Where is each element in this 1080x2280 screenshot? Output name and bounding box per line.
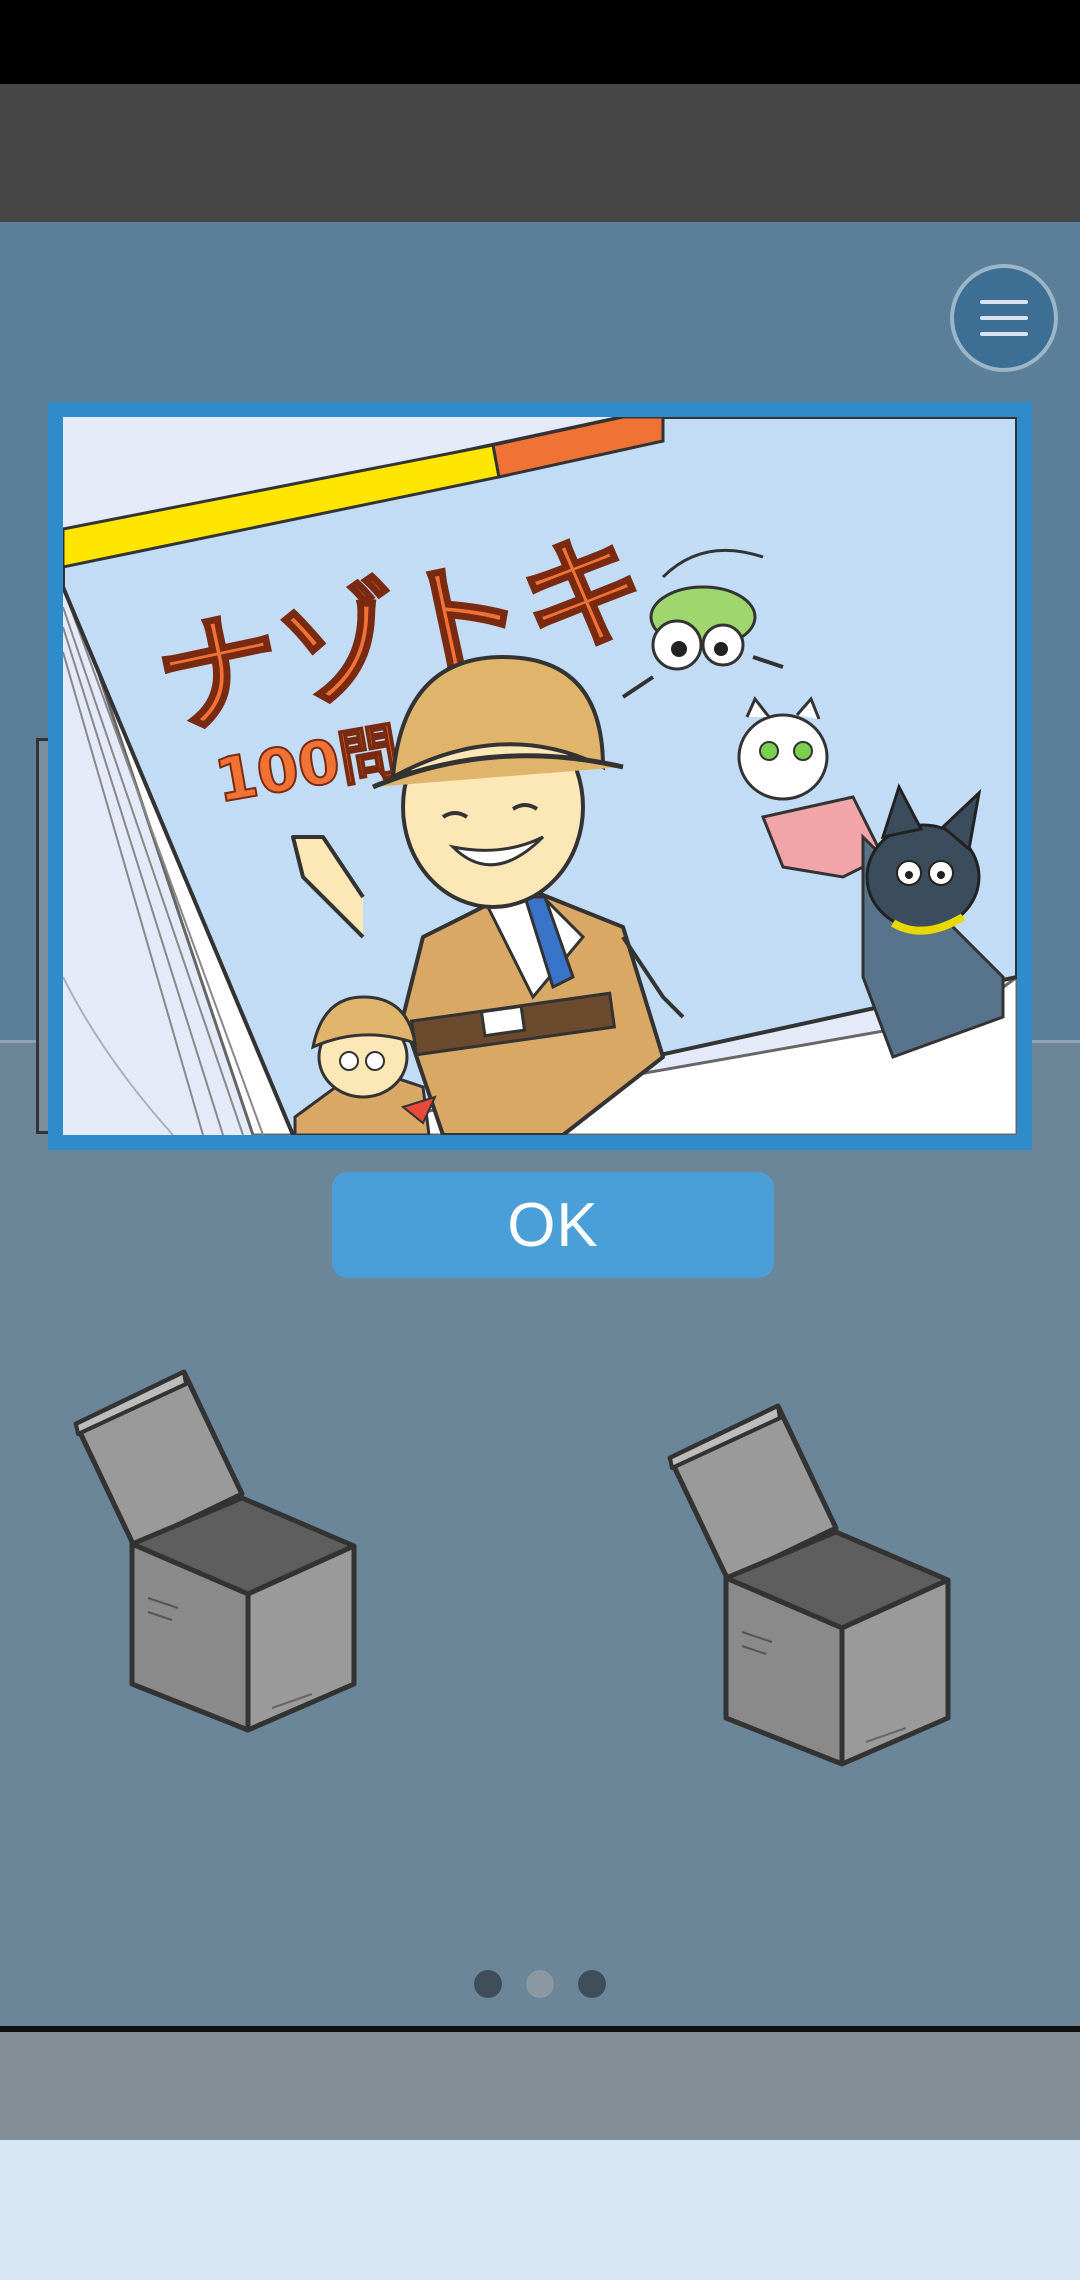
puzzle-book-drawing: ナゾトキ 100問 bbox=[63, 417, 1017, 1135]
page-dot-3[interactable] bbox=[578, 1970, 606, 1998]
hamburger-menu-icon-bar bbox=[980, 316, 1028, 320]
hamburger-menu-icon bbox=[980, 300, 1028, 304]
open-box-icon bbox=[667, 1403, 951, 1767]
open-box-icon bbox=[73, 1369, 357, 1733]
puzzle-book-illustration: ナゾトキ 100問 bbox=[63, 417, 1017, 1135]
ok-button[interactable]: OK bbox=[332, 1172, 774, 1278]
item-detail-popup: ナゾトキ 100問 bbox=[48, 402, 1032, 1150]
hamburger-menu-icon-bar bbox=[980, 332, 1028, 336]
menu-button[interactable] bbox=[950, 264, 1058, 372]
status-bar bbox=[0, 0, 1080, 84]
top-bar bbox=[0, 84, 1080, 222]
box-right[interactable] bbox=[666, 1402, 956, 1772]
bottom-bar bbox=[0, 2032, 1080, 2140]
page-dot-1[interactable] bbox=[474, 1970, 502, 1998]
banner-area bbox=[0, 2140, 1080, 2280]
box-left[interactable] bbox=[72, 1368, 362, 1738]
page-indicator bbox=[0, 1970, 1080, 1998]
page-dot-2-active[interactable] bbox=[526, 1970, 554, 1998]
